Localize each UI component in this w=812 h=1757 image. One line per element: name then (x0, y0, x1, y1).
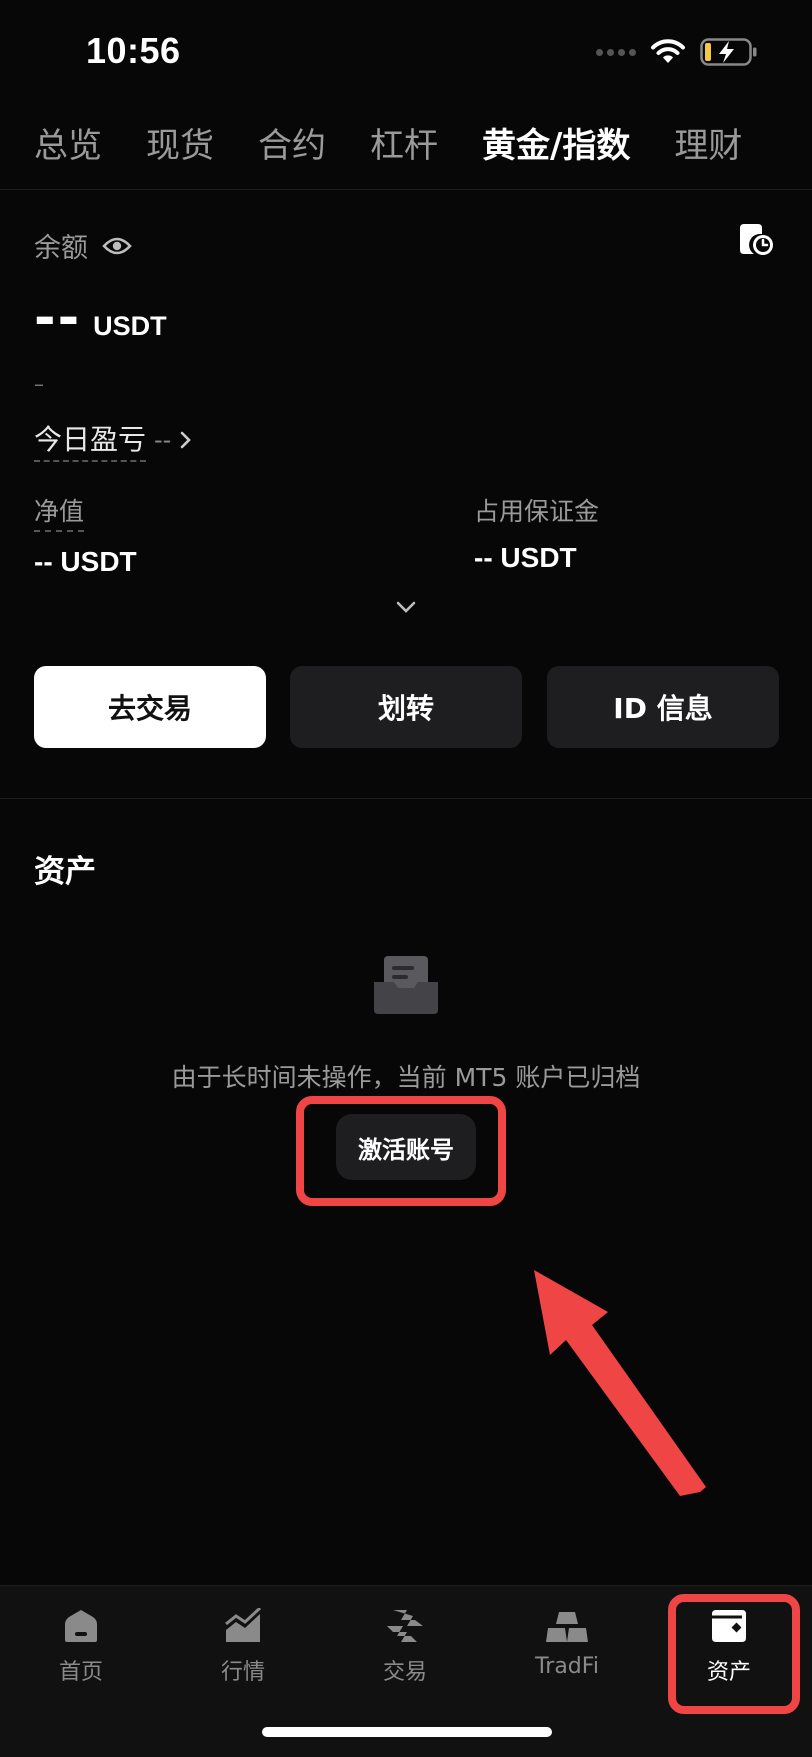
market-chart-icon (225, 1608, 262, 1642)
tabs-divider (0, 189, 812, 190)
nav-trade-label: 交易 (382, 1660, 427, 1685)
tab-spot[interactable]: 现货 (146, 118, 214, 167)
status-time: 10:56 (86, 30, 181, 71)
tab-futures[interactable]: 合约 (258, 118, 326, 167)
trade-exchange-icon (387, 1610, 423, 1642)
annotation-highlight-activate (296, 1096, 506, 1206)
annotation-highlight-assets-tab (668, 1594, 800, 1714)
balance-value: -- (34, 288, 82, 348)
nav-tradfi-label: TradFi (535, 1654, 599, 1679)
battery-charging-icon (700, 38, 757, 66)
section-divider (0, 798, 812, 799)
status-bar: 10:56 (0, 0, 812, 100)
gold-bars-icon (546, 1612, 588, 1642)
today-pnl-row[interactable]: 今日盈亏 -- (34, 418, 193, 462)
cellular-signal-icon (596, 48, 636, 56)
tab-margin[interactable]: 杠杆 (370, 118, 438, 167)
transfer-button[interactable]: 划转 (290, 666, 522, 748)
id-info-button[interactable]: ID 信息 (547, 666, 779, 748)
nav-tradfi[interactable]: TradFi (486, 1608, 648, 1679)
nav-home[interactable]: 首页 (0, 1608, 162, 1686)
nav-trade[interactable]: 交易 (324, 1608, 486, 1686)
margin-used-value: -- USDT (474, 542, 577, 573)
balance-sub-value: – (34, 372, 44, 396)
today-pnl-value: -- (154, 426, 172, 454)
annotation-arrow (534, 1270, 706, 1496)
wifi-icon (651, 39, 685, 63)
balance-amount: -- USDT (34, 292, 167, 344)
home-icon (65, 1610, 97, 1642)
empty-inbox-icon (374, 956, 438, 1014)
trade-button[interactable]: 去交易 (34, 666, 266, 748)
tab-gold-index[interactable]: 黄金/指数 (482, 118, 630, 167)
balance-unit: USDT (93, 311, 167, 341)
tab-overview[interactable]: 总览 (34, 118, 102, 167)
history-record-icon[interactable] (736, 222, 776, 258)
status-icons (596, 38, 758, 66)
account-type-tabs: 总览 现货 合约 杠杆 黄金/指数 理财 (34, 118, 786, 167)
chevron-right-icon (181, 431, 192, 449)
balance-header: 余额 (34, 226, 132, 265)
assets-section-title: 资产 (34, 854, 96, 890)
margin-used-stat: 占用保证金 -- USDT (474, 492, 599, 574)
eye-icon[interactable] (102, 236, 132, 256)
chevron-down-icon[interactable] (395, 600, 417, 614)
tab-earn[interactable]: 理财 (674, 118, 742, 167)
net-value-stat: 净值 -- USDT (34, 492, 137, 578)
archived-account-message: 由于长时间未操作，当前 MT5 账户已归档 (171, 1063, 641, 1092)
home-indicator (262, 1727, 552, 1737)
balance-label: 余额 (34, 233, 88, 264)
net-value: -- USDT (34, 546, 137, 577)
today-pnl-label: 今日盈亏 (34, 418, 147, 462)
nav-home-label: 首页 (58, 1660, 103, 1685)
nav-market[interactable]: 行情 (162, 1608, 324, 1686)
nav-market-label: 行情 (220, 1660, 265, 1685)
margin-used-label: 占用保证金 (474, 497, 600, 526)
net-value-label: 净值 (34, 492, 85, 532)
